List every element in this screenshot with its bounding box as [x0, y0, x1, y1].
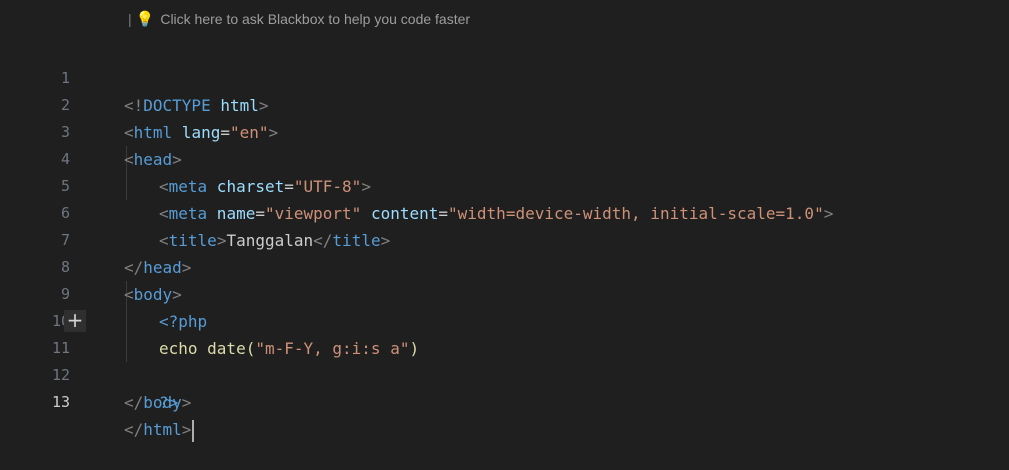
- code-line[interactable]: 7 </head>: [0, 200, 1009, 277]
- code-line[interactable]: 4 <meta charset="UTF-8">: [0, 119, 1009, 196]
- lightbulb-icon: 💡: [135, 11, 155, 28]
- code-line[interactable]: 8 <body>: [0, 227, 1009, 304]
- code-line[interactable]: 9 <?php: [0, 254, 1009, 331]
- line-number: 13: [51, 393, 70, 411]
- code-line[interactable]: 6 <title>Tanggalan</title>: [0, 173, 1009, 250]
- line-content: </html>: [124, 416, 195, 443]
- hint-text[interactable]: Click here to ask Blackbox to help you c…: [160, 11, 470, 27]
- line-content: </body>: [124, 393, 192, 412]
- code-line[interactable]: 5 <meta name="viewport" content="width=d…: [0, 146, 1009, 223]
- code-line[interactable]: 3 <head>: [0, 92, 1009, 169]
- code-line[interactable]: 10 echo date("m-F-Y, g:i:s a"): [0, 281, 1009, 358]
- plus-icon[interactable]: +: [64, 310, 86, 332]
- blackbox-hint[interactable]: | 💡 Click here to ask Blackbox to help you…: [128, 0, 470, 38]
- text-cursor: [192, 419, 195, 442]
- code-lines[interactable]: 1 <!DOCTYPE html> 2 <html lang="en"> 3 <…: [0, 38, 1009, 442]
- code-line-current[interactable]: 13 </html>: [0, 362, 1009, 442]
- code-line[interactable]: 1 <!DOCTYPE html>: [0, 38, 1009, 115]
- code-line[interactable]: 12 </body>: [0, 335, 1009, 412]
- code-line[interactable]: 2 <html lang="en">: [0, 65, 1009, 142]
- code-editor[interactable]: | 💡 Click here to ask Blackbox to help you…: [0, 0, 1009, 442]
- hint-separator: |: [128, 11, 132, 27]
- code-line[interactable]: 11 + ?>: [0, 308, 1009, 413]
